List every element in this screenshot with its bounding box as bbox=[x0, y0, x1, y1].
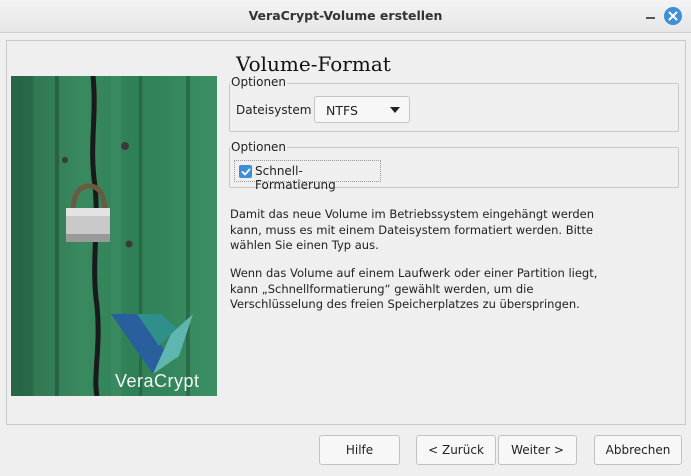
close-icon bbox=[668, 11, 678, 21]
cancel-button[interactable]: Abbrechen bbox=[594, 435, 682, 465]
window-title: VeraCrypt-Volume erstellen bbox=[0, 0, 691, 32]
options-group-label-2: Optionen bbox=[230, 140, 287, 154]
minimize-button[interactable] bbox=[641, 7, 659, 25]
info-line: wählen Sie einen Typ aus. bbox=[230, 238, 670, 254]
info-line: Wenn das Volume auf einem Laufwerk oder … bbox=[230, 266, 670, 282]
quick-format-label: Schnell-Formatierung bbox=[255, 164, 380, 192]
filesystem-value: NTFS bbox=[326, 103, 358, 118]
info-line: Verschlüsselung des freien Speicherplatz… bbox=[230, 297, 670, 313]
page-title: Volume-Format bbox=[236, 52, 391, 76]
wizard-image bbox=[11, 76, 217, 396]
checkmark-icon bbox=[241, 167, 251, 177]
info-line: kann „Schnellformatierung“ gewählt werde… bbox=[230, 282, 670, 298]
minimize-icon bbox=[646, 17, 655, 19]
close-button[interactable] bbox=[664, 7, 682, 25]
next-button[interactable]: Weiter > bbox=[498, 435, 577, 465]
filesystem-select[interactable]: NTFS bbox=[314, 96, 410, 123]
brand-name: VeraCrypt bbox=[115, 371, 200, 392]
options-group-label: Optionen bbox=[230, 75, 287, 89]
info-line: Damit das neue Volume im Betriebssystem … bbox=[230, 207, 670, 223]
chevron-down-icon bbox=[390, 107, 400, 113]
info-line: kann, muss es mit einem Dateisystem form… bbox=[230, 223, 670, 239]
checkbox-box[interactable] bbox=[239, 165, 252, 178]
help-button[interactable]: Hilfe bbox=[319, 435, 400, 465]
back-button[interactable]: < Zurück bbox=[416, 435, 496, 465]
quick-format-checkbox[interactable]: Schnell-Formatierung bbox=[234, 160, 381, 182]
info-paragraph-2: Wenn das Volume auf einem Laufwerk oder … bbox=[230, 266, 670, 313]
title-bar: VeraCrypt-Volume erstellen bbox=[0, 0, 691, 33]
filesystem-label: Dateisystem bbox=[236, 103, 311, 117]
info-paragraph-1: Damit das neue Volume im Betriebssystem … bbox=[230, 207, 670, 254]
